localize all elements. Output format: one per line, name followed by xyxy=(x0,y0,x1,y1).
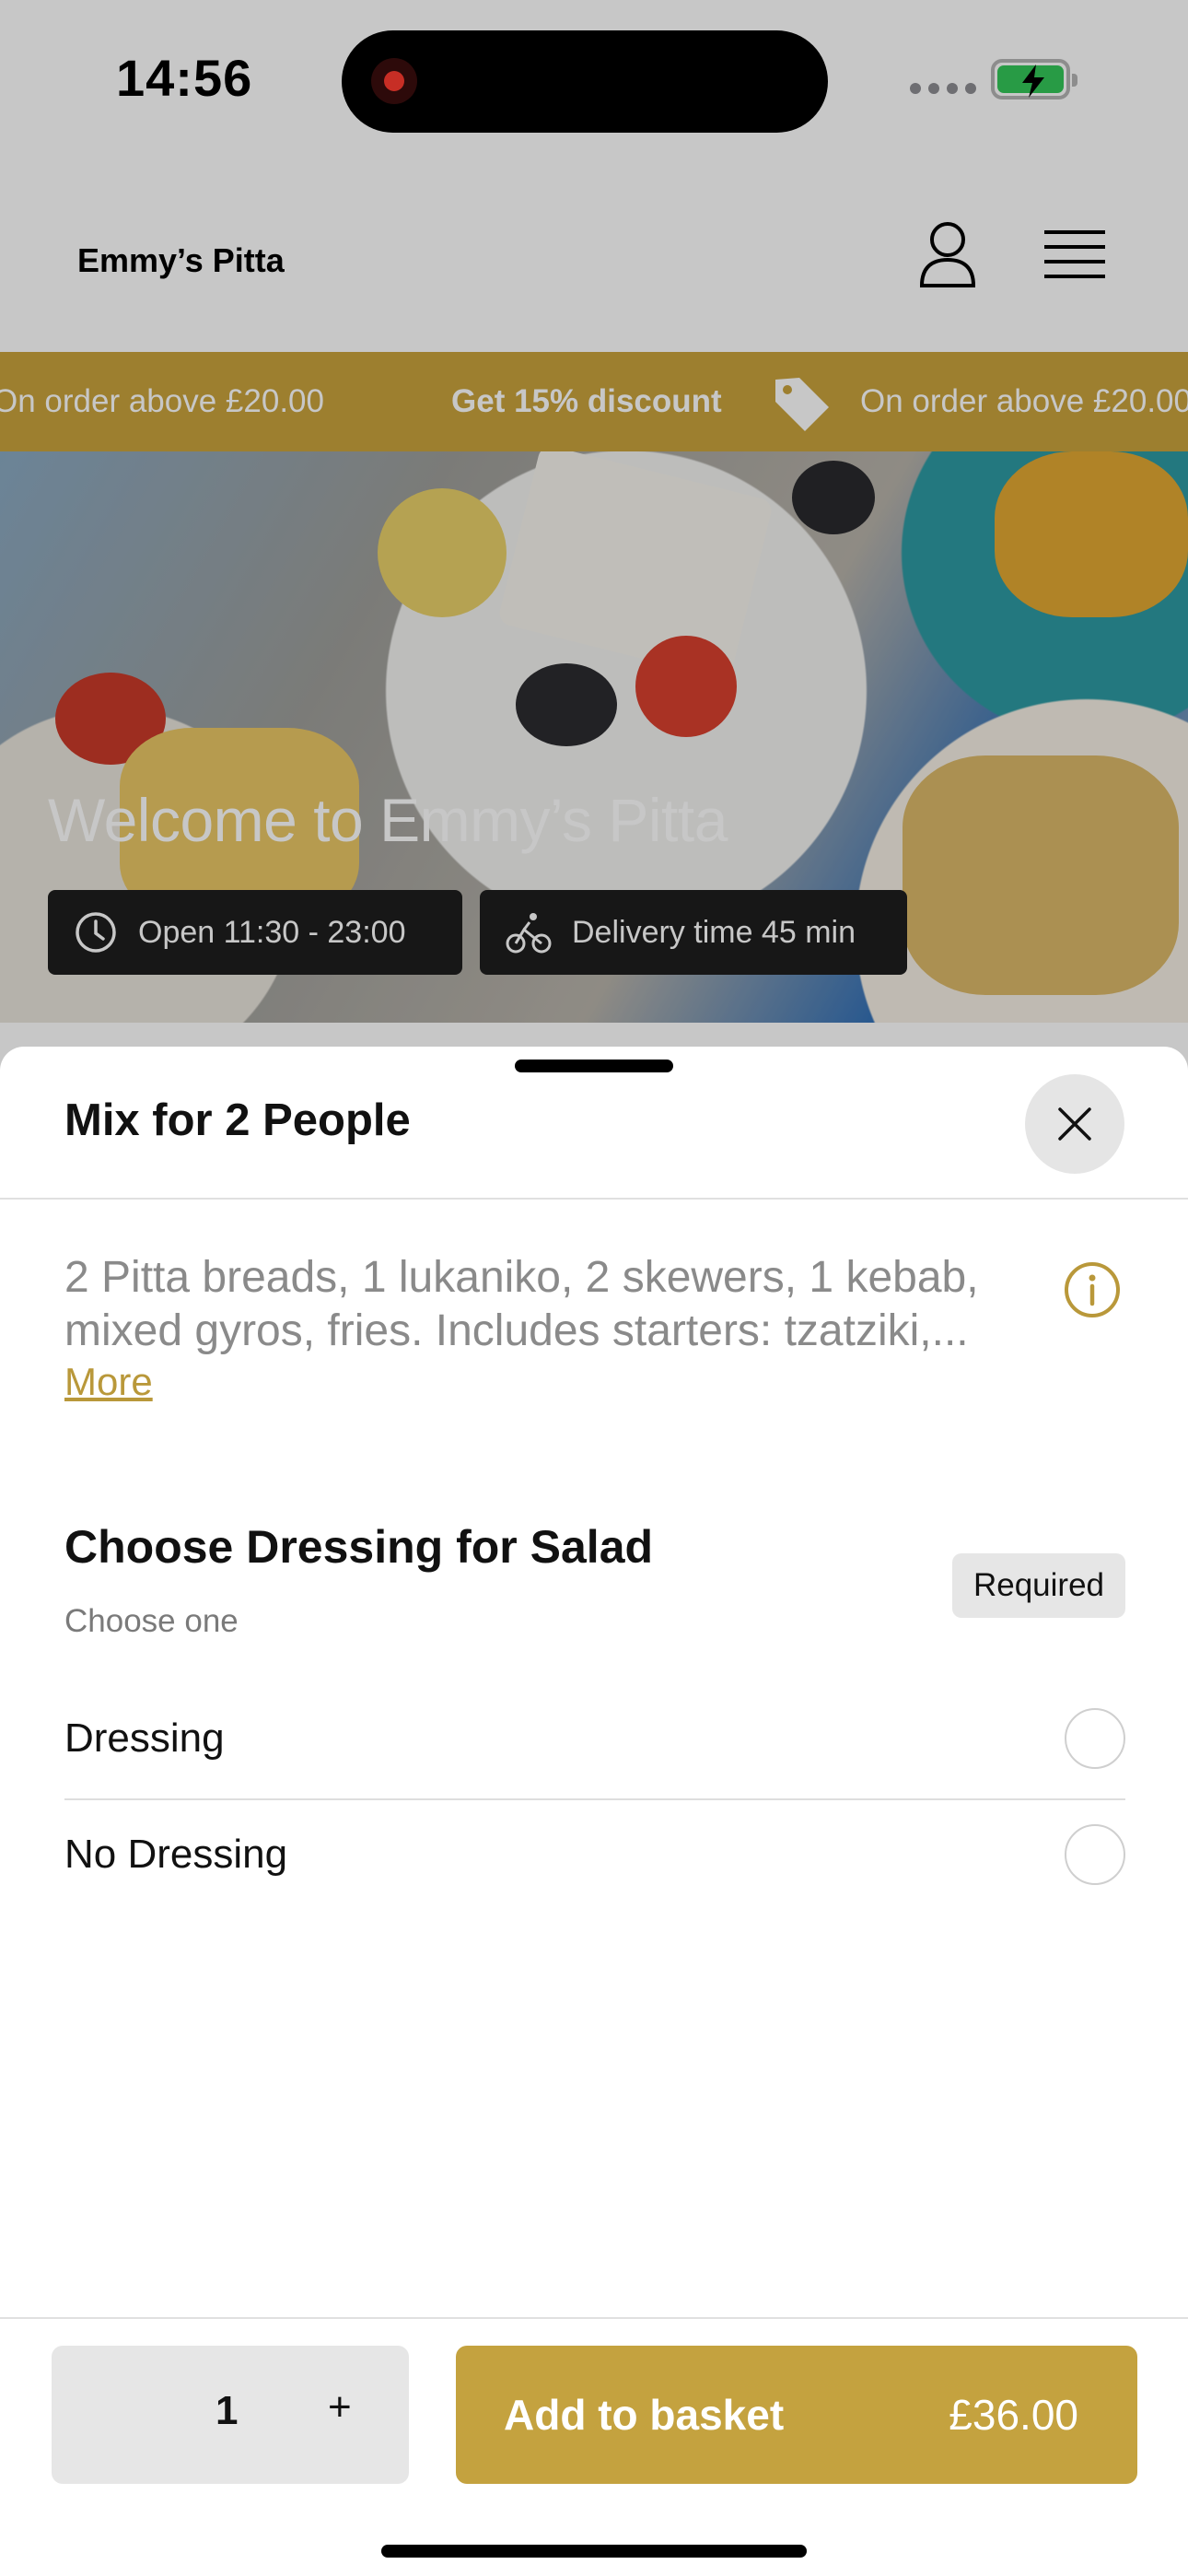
quantity-value: 1 xyxy=(215,2388,239,2433)
close-icon xyxy=(1058,1107,1091,1141)
add-to-basket-label: Add to basket xyxy=(504,2391,785,2439)
close-button[interactable] xyxy=(1025,1074,1124,1174)
option-group-title: Choose Dressing for Salad xyxy=(64,1521,654,1573)
option-dressing[interactable]: Dressing xyxy=(64,1680,1125,1795)
info-icon[interactable] xyxy=(1063,1260,1122,1319)
required-badge: Required xyxy=(952,1553,1125,1618)
more-link[interactable]: More xyxy=(64,1360,153,1404)
product-description: 2 Pitta breads, 1 lukaniko, 2 skewers, 1… xyxy=(64,1251,1050,1358)
description-line: mixed gyros, fries. Includes starters: t… xyxy=(64,1306,969,1355)
divider xyxy=(0,1198,1188,1200)
home-indicator[interactable] xyxy=(381,2545,807,2558)
sheet-grabber[interactable] xyxy=(515,1060,673,1072)
modal-backdrop[interactable] xyxy=(0,0,1188,1106)
total-price: £36.00 xyxy=(949,2391,1078,2439)
increment-button[interactable]: + xyxy=(328,2384,352,2430)
option-no-dressing[interactable]: No Dressing xyxy=(64,1797,1125,1911)
option-label: No Dressing xyxy=(64,1832,288,1877)
product-title: Mix for 2 People xyxy=(64,1095,411,1145)
option-label: Dressing xyxy=(64,1715,225,1761)
description-line: 2 Pitta breads, 1 lukaniko, 2 skewers, 1… xyxy=(64,1253,979,1302)
radio-button[interactable] xyxy=(1065,1708,1125,1769)
restaurant-page: 14:56 Emmy’s Pitta On order above £20.00… xyxy=(0,0,1188,1106)
option-group-subtitle: Choose one xyxy=(64,1603,239,1639)
add-to-basket-button[interactable]: Add to basket £36.00 xyxy=(456,2346,1137,2484)
radio-button[interactable] xyxy=(1065,1824,1125,1885)
footer-divider xyxy=(0,2317,1188,2319)
quantity-stepper[interactable]: 1 + xyxy=(52,2346,409,2484)
